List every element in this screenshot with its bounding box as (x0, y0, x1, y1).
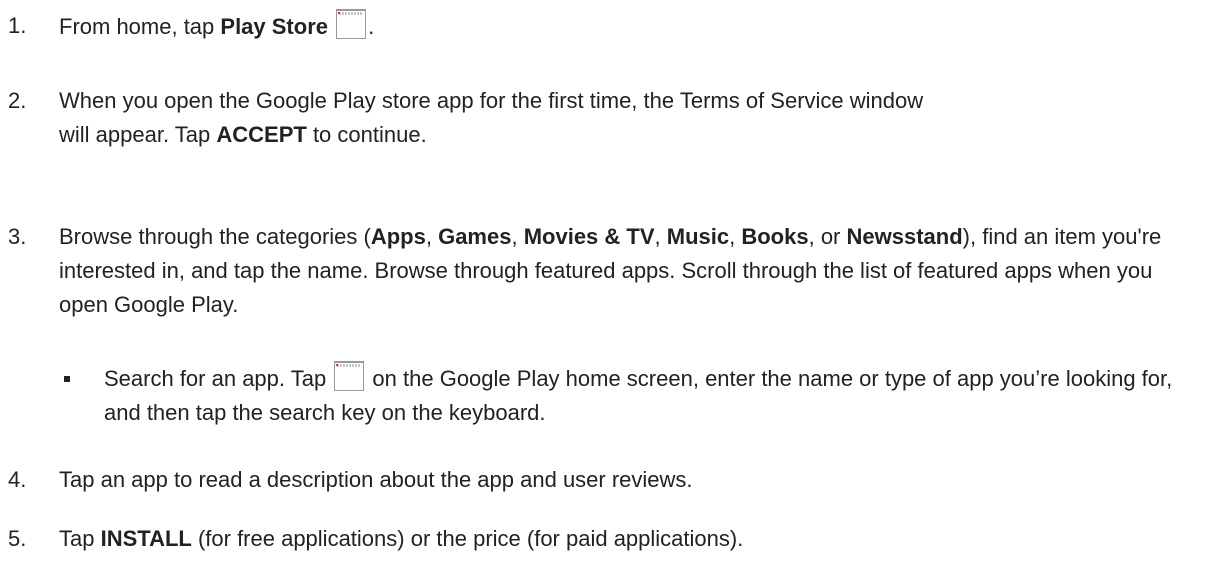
category-movies-tv: Movies & TV (523, 224, 655, 249)
category-newsstand: Newsstand (846, 224, 963, 249)
category-books: Books (741, 224, 809, 249)
step-text: Tap an app to read a description about t… (59, 467, 693, 492)
bullet-text: Search for an app. Tap on the Google Pla… (104, 361, 1200, 430)
install-label: INSTALL (100, 526, 192, 551)
step-number: 3. (8, 224, 27, 249)
step-text: From home, tap Play Store . (59, 9, 1199, 44)
step-text: Browse through the categories (Apps, Gam… (59, 224, 1162, 317)
search-icon[interactable] (334, 361, 365, 391)
accept-label: ACCEPT (216, 122, 307, 147)
step-number: 4. (8, 467, 27, 492)
step-text: When you open the Google Play store app … (59, 88, 924, 147)
category-music: Music (666, 224, 730, 249)
step-number: 5. (8, 526, 27, 551)
step-number: 1. (8, 13, 27, 38)
category-games: Games (438, 224, 512, 249)
category-apps: Apps (370, 224, 426, 249)
play-store-icon[interactable] (336, 9, 367, 39)
play-store-label: Play Store (220, 14, 328, 39)
bullet-marker (64, 376, 70, 382)
step-number: 2. (8, 88, 27, 113)
step-text: Tap INSTALL (for free applications) or t… (59, 526, 744, 551)
